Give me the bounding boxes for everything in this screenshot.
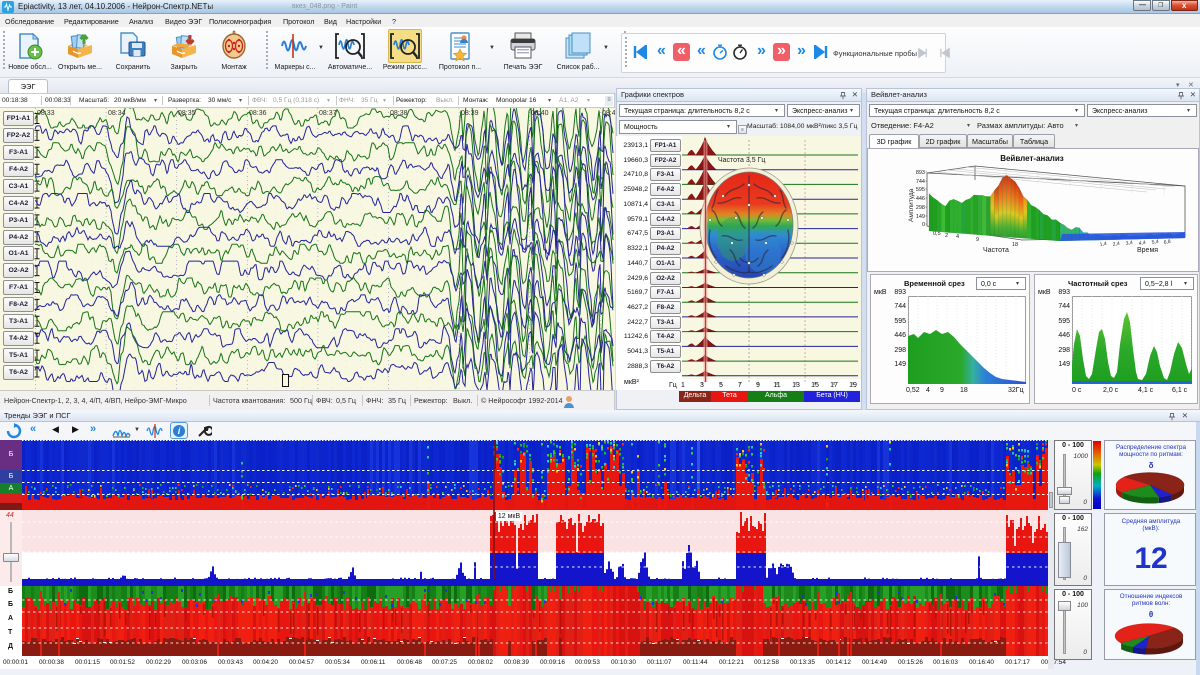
svg-text:4,4: 4,4: [1138, 240, 1146, 247]
svg-text:Гц: Гц: [669, 382, 677, 389]
svg-text:446: 446: [916, 196, 925, 202]
svg-text:298: 298: [916, 205, 925, 211]
svg-text:3,4: 3,4: [1125, 240, 1133, 247]
svg-text:0: 0: [922, 222, 925, 228]
svg-text:18: 18: [1012, 242, 1018, 248]
svg-text:2: 2: [945, 233, 948, 239]
svg-text:2,4: 2,4: [1112, 241, 1120, 248]
svg-text:744: 744: [916, 179, 925, 185]
svg-text:6,8: 6,8: [1163, 239, 1171, 246]
svg-text:4: 4: [956, 234, 959, 240]
svg-text:595: 595: [916, 187, 925, 193]
svg-text:Время: Время: [1137, 247, 1158, 254]
svg-text:9: 9: [976, 237, 979, 243]
svg-text:5,4: 5,4: [1151, 239, 1159, 246]
svg-text:1,4: 1,4: [1099, 241, 1107, 248]
svg-text:149: 149: [916, 214, 925, 220]
svg-text:Частота: Частота: [983, 247, 1009, 254]
svg-text:Амплитуда: Амплитуда: [908, 188, 915, 222]
svg-text:Частота 3,5 Гц: Частота 3,5 Гц: [718, 157, 765, 164]
svg-text:893: 893: [916, 170, 925, 176]
svg-text:Вейвлет-анализ: Вейвлет-анализ: [1000, 154, 1064, 163]
